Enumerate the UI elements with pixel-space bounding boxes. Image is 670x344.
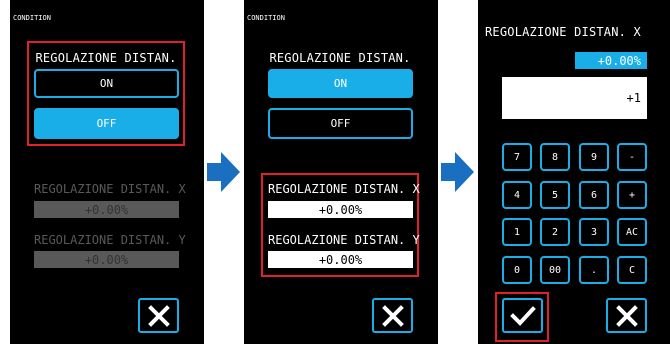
distance-y-value[interactable]: +0.00% [268,251,413,268]
distance-y-value: +0.00% [34,251,179,268]
close-button[interactable] [138,298,179,333]
condition-screen-2: CONDITION REGOLAZIONE DISTAN. ON OFF REG… [244,0,438,344]
input-display: +1 [502,77,647,119]
condition-label: CONDITION [13,14,51,22]
key-5[interactable]: 5 [540,181,570,209]
key-9[interactable]: 9 [579,143,609,171]
key-all-clear[interactable]: AC [617,218,647,246]
key-4[interactable]: 4 [502,181,532,209]
distance-y-label: REGOLAZIONE DISTAN. Y [34,233,186,247]
close-icon [381,304,404,327]
on-button[interactable]: ON [34,69,179,98]
key-minus[interactable]: - [617,143,647,171]
distance-x-value[interactable]: +0.00% [268,201,413,218]
distance-adjust-heading: REGOLAZIONE DISTAN. [269,51,411,65]
distance-x-label: REGOLAZIONE DISTAN. X [268,182,420,196]
condition-label: CONDITION [247,14,285,22]
condition-screen-1: CONDITION REGOLAZIONE DISTAN. ON OFF REG… [10,0,204,344]
close-button[interactable] [372,298,413,333]
key-0[interactable]: 0 [502,256,532,284]
confirm-button[interactable] [502,298,543,333]
key-7[interactable]: 7 [502,143,532,171]
current-value: +0.00% [575,52,647,69]
off-button[interactable]: OFF [268,108,413,139]
off-button[interactable]: OFF [34,108,179,139]
key-8[interactable]: 8 [540,143,570,171]
key-3[interactable]: 3 [579,218,609,246]
key-plus[interactable]: + [617,181,647,209]
numeric-input-screen: REGOLAZIONE DISTAN. X +0.00% +1 7 8 9 - … [478,0,670,344]
close-icon [615,304,638,327]
arrow-right-icon [207,152,240,192]
key-clear[interactable]: C [617,256,647,284]
checkmark-icon [509,305,536,326]
arrow-right-icon [441,152,474,192]
on-button[interactable]: ON [268,69,413,98]
key-decimal[interactable]: . [579,256,609,284]
distance-y-label: REGOLAZIONE DISTAN. Y [268,233,420,247]
key-00[interactable]: 00 [540,256,570,284]
close-icon [147,304,170,327]
close-button[interactable] [606,298,647,333]
key-6[interactable]: 6 [579,181,609,209]
distance-x-label: REGOLAZIONE DISTAN. X [34,182,186,196]
key-1[interactable]: 1 [502,218,532,246]
distance-adjust-heading: REGOLAZIONE DISTAN. [35,51,177,65]
key-2[interactable]: 2 [540,218,570,246]
distance-x-value: +0.00% [34,201,179,218]
input-heading: REGOLAZIONE DISTAN. X [485,25,641,39]
